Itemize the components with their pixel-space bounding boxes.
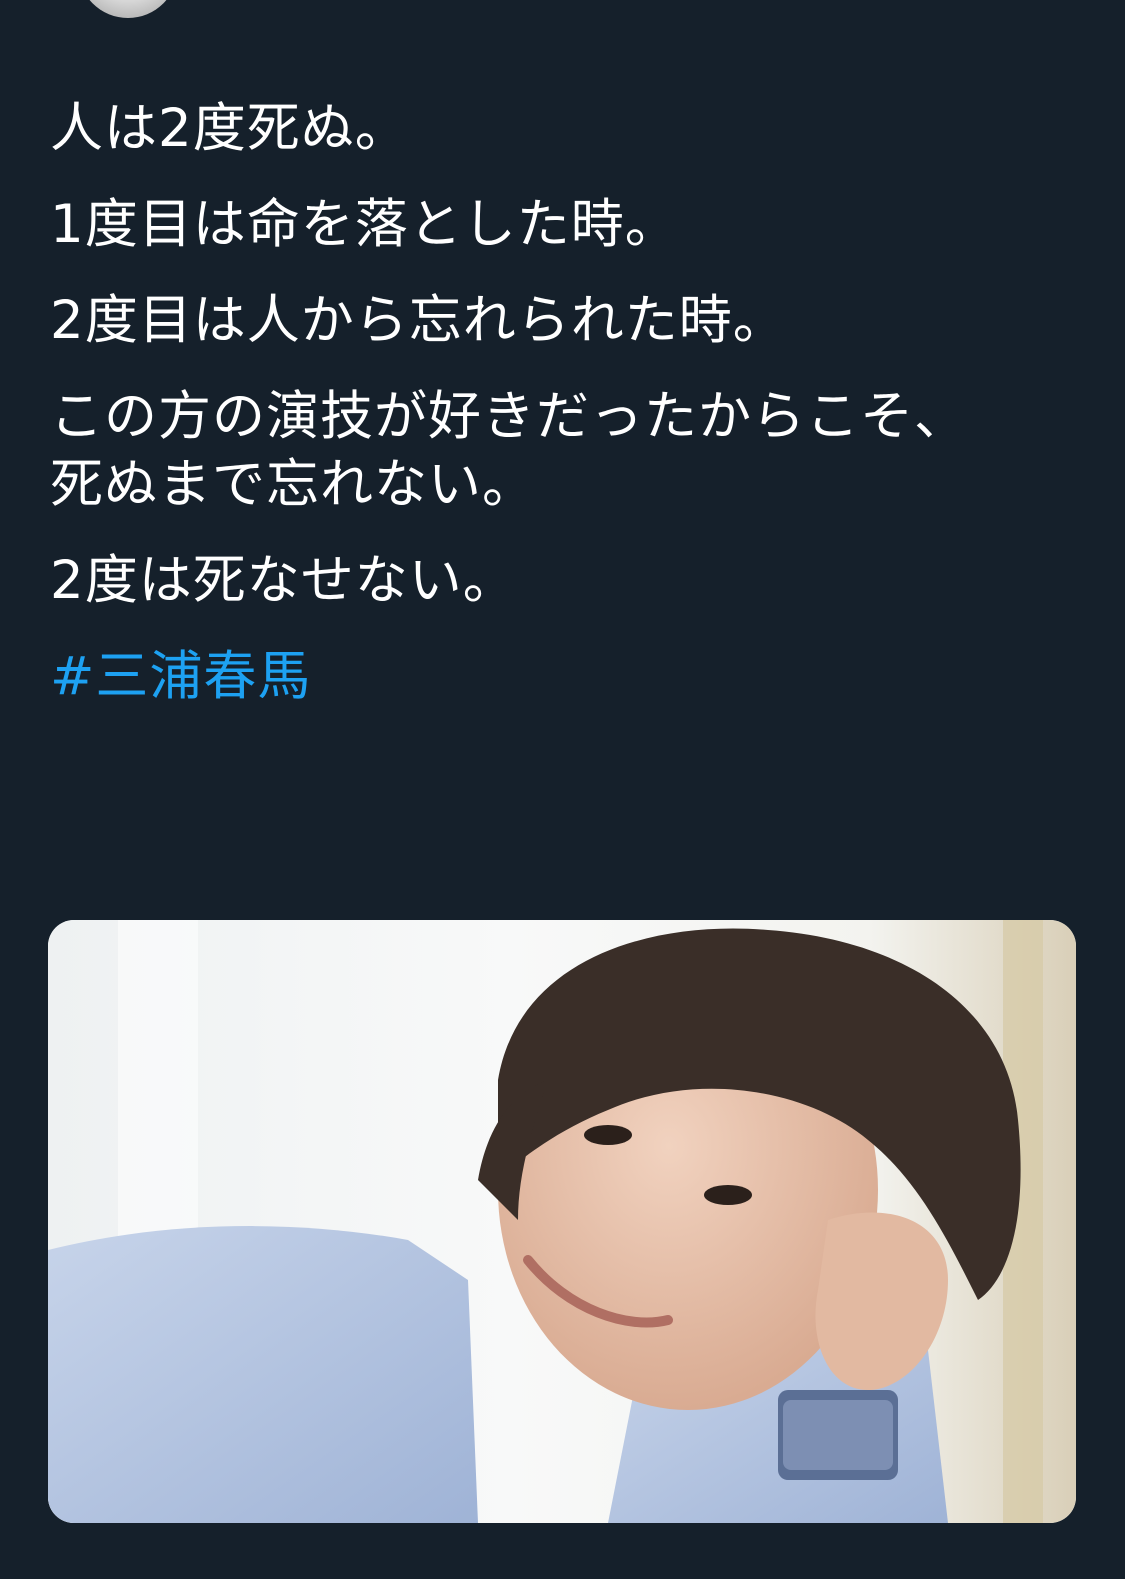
hashtag-link[interactable]: #三浦春馬 bbox=[50, 643, 311, 711]
photo-illustration bbox=[48, 920, 1076, 1523]
tweet-paragraph-1: 人は2度死ぬ。 bbox=[50, 98, 409, 159]
tweet-photo[interactable] bbox=[48, 920, 1076, 1523]
tweet-paragraph-2: 1度目は命を落とした時。 bbox=[50, 194, 679, 255]
tweet-paragraph-4: この方の演技が好きだったからこそ、死ぬまで忘れない。 bbox=[50, 386, 968, 515]
tweet-text: 人は2度死ぬ。 1度目は命を落とした時。 2度目は人から忘れられた時。 この方の… bbox=[50, 95, 1010, 711]
tweet-paragraph-5: 2度は死なせない。 bbox=[50, 550, 517, 611]
avatar[interactable] bbox=[78, 0, 178, 18]
tweet-paragraph-3: 2度目は人から忘れられた時。 bbox=[50, 290, 787, 351]
